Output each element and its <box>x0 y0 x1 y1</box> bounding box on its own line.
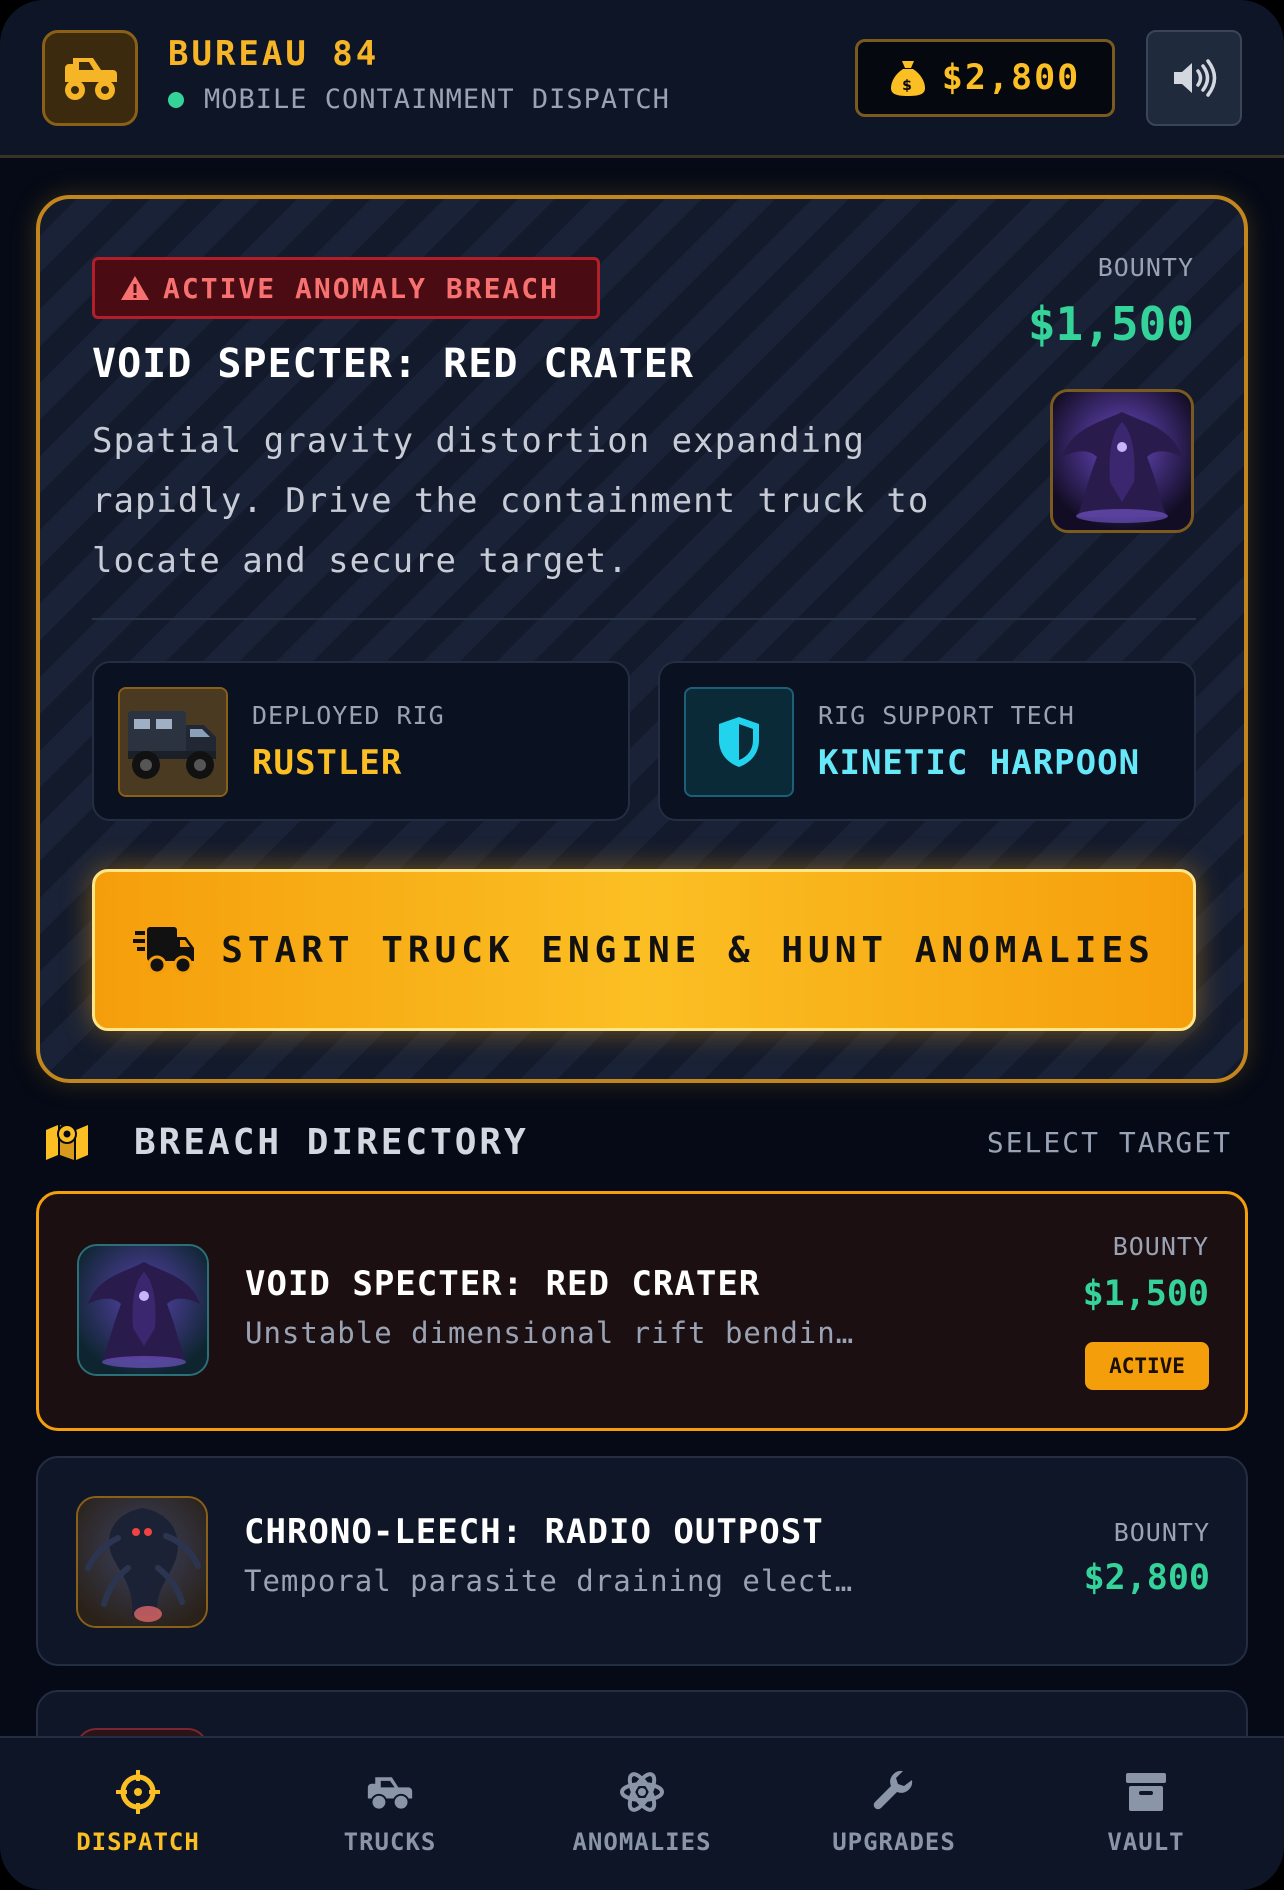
directory-entry-chrono-leech[interactable]: CHRONO-LEECH: RADIO OUTPOST Temporal par… <box>36 1456 1248 1666</box>
nav-anomalies[interactable]: ANOMALIES <box>516 1738 768 1890</box>
start-hunt-button[interactable]: START TRUCK ENGINE & HUNT ANOMALIES <box>92 869 1196 1031</box>
mission-description: Spatial gravity distortion expanding rap… <box>92 421 930 581</box>
start-hunt-label: START TRUCK ENGINE & HUNT ANOMALIES <box>221 929 1155 971</box>
warning-triangle-icon <box>121 276 149 300</box>
entry-bounty-value: $1,500 <box>1082 1274 1209 1314</box>
atom-icon <box>618 1768 666 1816</box>
entry-title: VOID SPECTER: RED CRATER <box>245 1264 761 1304</box>
nav-label: UPGRADES <box>832 1828 956 1856</box>
money-bag-icon: $ <box>890 61 925 96</box>
truck-logo-icon <box>42 30 138 126</box>
app-subtitle-text: MOBILE CONTAINMENT DISPATCH <box>204 84 670 115</box>
rig-value: RUSTLER <box>252 743 403 783</box>
mission-title: VOID SPECTER: RED CRATER <box>92 341 694 387</box>
void-specter-thumbnail <box>77 1244 209 1376</box>
nav-label: ANOMALIES <box>572 1828 712 1856</box>
tech-label: RIG SUPPORT TECH <box>818 701 1075 730</box>
nav-label: VAULT <box>1107 1828 1185 1856</box>
chrono-leech-thumbnail <box>76 1496 208 1628</box>
online-status-dot <box>168 91 184 108</box>
sound-toggle-button[interactable] <box>1146 30 1242 126</box>
select-target-link[interactable]: SELECT TARGET <box>987 1126 1232 1159</box>
entry-bounty-value: $2,800 <box>1083 1558 1210 1598</box>
wrench-icon <box>870 1768 918 1816</box>
nav-upgrades[interactable]: UPGRADES <box>768 1738 1020 1890</box>
void-specter-portrait <box>1050 389 1194 533</box>
map-pin-icon <box>46 1124 88 1160</box>
directory-title: BREACH DIRECTORY <box>134 1122 529 1163</box>
speaker-icon <box>1174 59 1217 97</box>
shipping-truck-icon <box>133 927 195 975</box>
support-tech-panel[interactable]: RIG SUPPORT TECH KINETIC HARPOON <box>658 661 1196 821</box>
directory-entry-void-specter[interactable]: VOID SPECTER: RED CRATER Unstable dimens… <box>36 1191 1248 1431</box>
entry-title: CHRONO-LEECH: RADIO OUTPOST <box>244 1512 824 1552</box>
breach-badge-label: ACTIVE ANOMALY BREACH <box>163 271 560 305</box>
top-header: BUREAU 84 MOBILE CONTAINMENT DISPATCH $ … <box>0 0 1284 158</box>
nav-label: TRUCKS <box>343 1828 437 1856</box>
active-mission-card: ACTIVE ANOMALY BREACH VOID SPECTER: RED … <box>36 195 1248 1083</box>
cash-balance: $ $2,800 <box>855 39 1115 117</box>
deployed-rig-panel[interactable]: DEPLOYED RIG RUSTLER <box>92 661 630 821</box>
nav-trucks[interactable]: TRUCKS <box>264 1738 516 1890</box>
entry-bounty-label: BOUNTY <box>1112 1232 1209 1261</box>
bottom-navigation: DISPATCH TRUCKS ANOMALIES UPGRADES VAULT <box>0 1736 1284 1890</box>
app-subtitle: MOBILE CONTAINMENT DISPATCH <box>168 84 670 115</box>
tech-value: KINETIC HARPOON <box>818 743 1141 783</box>
card-divider <box>92 618 1196 620</box>
app-title: BUREAU 84 <box>168 34 380 74</box>
mission-bounty-value: $1,500 <box>1027 297 1194 351</box>
nav-vault[interactable]: VAULT <box>1020 1738 1272 1890</box>
cash-value: $2,800 <box>941 58 1081 98</box>
breach-directory-header: BREACH DIRECTORY SELECT TARGET <box>44 1118 1240 1166</box>
archive-icon <box>1122 1768 1170 1816</box>
breach-alert-badge: ACTIVE ANOMALY BREACH <box>92 257 600 319</box>
rustler-truck-thumbnail <box>118 687 228 797</box>
shield-icon <box>684 687 794 797</box>
active-status-badge: ACTIVE <box>1085 1342 1209 1390</box>
app-screen: BUREAU 84 MOBILE CONTAINMENT DISPATCH $ … <box>0 0 1284 1890</box>
nav-dispatch[interactable]: DISPATCH <box>12 1738 264 1890</box>
rig-label: DEPLOYED RIG <box>252 701 445 730</box>
nav-label: DISPATCH <box>76 1828 200 1856</box>
crosshair-icon <box>114 1768 162 1816</box>
entry-bounty-label: BOUNTY <box>1113 1518 1210 1547</box>
mission-bounty-label: BOUNTY <box>1097 253 1194 282</box>
entry-description: Unstable dimensional rift bendin… <box>245 1316 855 1350</box>
entry-description: Temporal parasite draining elect… <box>244 1564 854 1598</box>
svg-text:$: $ <box>902 78 914 94</box>
truck-icon <box>366 1768 414 1816</box>
